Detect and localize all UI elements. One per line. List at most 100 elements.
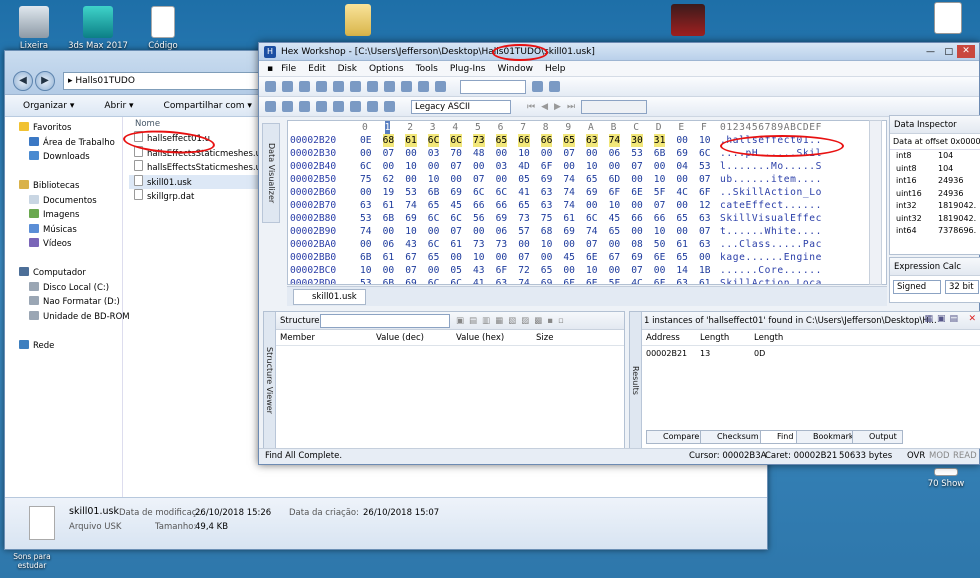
- hex-byte[interactable]: 66: [518, 134, 530, 147]
- save-icon[interactable]: [299, 81, 310, 92]
- col-value-dec[interactable]: Value (dec): [376, 330, 456, 345]
- character-set-select[interactable]: Legacy ASCII: [411, 99, 511, 114]
- hex-byte[interactable]: 53: [699, 160, 711, 173]
- hex-byte[interactable]: 00: [676, 134, 688, 147]
- hex-byte[interactable]: 65: [676, 251, 688, 264]
- gear-icon[interactable]: [367, 101, 378, 112]
- hex-byte[interactable]: 6F: [496, 264, 508, 277]
- desktop-icon-lineage[interactable]: [656, 4, 720, 39]
- open-button[interactable]: Abrir ▾: [86, 101, 145, 111]
- hex-byte[interactable]: 6B: [654, 147, 666, 160]
- hex-byte[interactable]: 6C: [428, 212, 440, 225]
- hex-byte[interactable]: 68: [541, 225, 553, 238]
- desktop-icon-document[interactable]: [916, 2, 980, 37]
- nav-disk-c[interactable]: Disco Local (C:): [5, 281, 122, 296]
- hex-byte[interactable]: 53: [405, 186, 417, 199]
- hex-byte[interactable]: 63: [541, 199, 553, 212]
- hex-byte[interactable]: 6B: [383, 212, 395, 225]
- hex-byte[interactable]: 12: [699, 199, 711, 212]
- hex-byte[interactable]: 6B: [383, 277, 395, 284]
- structure-icon[interactable]: [299, 101, 310, 112]
- hex-byte[interactable]: 6F: [609, 186, 621, 199]
- hex-byte[interactable]: 53: [631, 147, 643, 160]
- operation-icon[interactable]: [350, 101, 361, 112]
- hex-byte[interactable]: 00: [383, 264, 395, 277]
- bookmark-icon[interactable]: [549, 81, 560, 92]
- hex-byte[interactable]: 10: [586, 264, 598, 277]
- hex-byte[interactable]: 63: [586, 134, 598, 147]
- hex-byte[interactable]: 74: [608, 134, 621, 147]
- desktop-icon-recycle-bin[interactable]: Lixeira: [2, 6, 66, 51]
- hex-byte[interactable]: 30: [631, 134, 643, 147]
- goto-icon[interactable]: [435, 81, 446, 92]
- hex-byte[interactable]: 00: [654, 160, 666, 173]
- hex-byte[interactable]: 50: [654, 238, 666, 251]
- hex-byte[interactable]: 6C: [427, 134, 440, 147]
- hex-byte[interactable]: 45: [563, 251, 575, 264]
- hex-byte[interactable]: 48: [473, 147, 485, 160]
- results-close-icon[interactable]: ✕: [968, 314, 976, 324]
- hex-byte[interactable]: 00: [541, 251, 553, 264]
- hex-byte[interactable]: 00: [360, 238, 372, 251]
- hex-byte[interactable]: 00: [563, 264, 575, 277]
- nav-desktop[interactable]: Área de Trabalho: [5, 136, 122, 151]
- menu-options[interactable]: Options: [363, 64, 410, 74]
- new-file-icon[interactable]: [265, 81, 276, 92]
- hex-byte[interactable]: 03: [496, 160, 508, 173]
- hex-byte[interactable]: 19: [383, 186, 395, 199]
- hex-byte[interactable]: 07: [473, 173, 485, 186]
- hex-byte[interactable]: 5F: [609, 277, 621, 284]
- hex-byte[interactable]: 61: [563, 212, 575, 225]
- hex-byte[interactable]: 6C: [428, 277, 440, 284]
- col-value-hex[interactable]: Value (hex): [456, 330, 536, 345]
- hex-byte[interactable]: 07: [699, 225, 711, 238]
- hex-byte[interactable]: 73: [518, 212, 530, 225]
- hex-byte[interactable]: 4C: [676, 186, 688, 199]
- hex-byte[interactable]: 00: [541, 147, 553, 160]
- menu-plugins[interactable]: Plug-Ins: [444, 64, 492, 74]
- file-row[interactable]: skillgrp.dat: [129, 189, 269, 204]
- hex-byte[interactable]: 45: [609, 212, 621, 225]
- hex-byte[interactable]: 10: [360, 264, 372, 277]
- hex-byte[interactable]: 07: [654, 199, 666, 212]
- hex-byte[interactable]: 4C: [631, 277, 643, 284]
- hex-byte[interactable]: 07: [699, 173, 711, 186]
- hex-row[interactable]: 00002B50 75 62 00 10 00 07 00 05 69 74 65 6D 00 10 00 07…: [288, 173, 886, 186]
- col-member[interactable]: Member: [280, 330, 376, 345]
- inspector-row[interactable]: int64 7378696.: [890, 225, 980, 238]
- share-button[interactable]: Compartilhar com ▾: [146, 101, 264, 111]
- file-row-selected[interactable]: skill01.usk: [129, 174, 269, 189]
- tab-output[interactable]: Output: [852, 430, 903, 444]
- minimize-icon[interactable]: —: [926, 43, 935, 61]
- inspector-row[interactable]: uint32 1819042.: [890, 213, 980, 226]
- hex-byte[interactable]: 66: [654, 212, 666, 225]
- hex-byte[interactable]: 07: [450, 225, 462, 238]
- organize-button[interactable]: Organizar ▾: [5, 101, 86, 111]
- hex-byte[interactable]: 6E: [586, 251, 598, 264]
- hex-byte[interactable]: 63: [360, 199, 372, 212]
- nav-music[interactable]: Músicas: [5, 223, 122, 238]
- calculator-icon[interactable]: [384, 101, 395, 112]
- hex-byte[interactable]: 00: [609, 238, 621, 251]
- hex-byte[interactable]: 66: [540, 134, 553, 147]
- hex-byte[interactable]: 00: [360, 186, 372, 199]
- hex-byte[interactable]: 00: [631, 173, 643, 186]
- hex-byte[interactable]: 6C: [428, 238, 440, 251]
- hex-byte[interactable]: 6C: [496, 186, 508, 199]
- hex-byte[interactable]: 10: [654, 225, 666, 238]
- hex-byte[interactable]: 05: [518, 173, 530, 186]
- desktop-icon-70show[interactable]: 70 Show: [914, 468, 978, 489]
- hex-byte[interactable]: 63: [699, 238, 711, 251]
- hex-byte[interactable]: 06: [609, 147, 621, 160]
- inspector-row[interactable]: uint8 104: [890, 163, 980, 176]
- hex-byte[interactable]: 69: [563, 225, 575, 238]
- hex-byte[interactable]: 00: [405, 173, 417, 186]
- hex-row[interactable]: 00002B60 00 19 53 6B 69 6C 6C 41 63 74 69 6F 6E 5F 4C 6F…: [288, 186, 886, 199]
- hex-byte[interactable]: 6F: [699, 186, 711, 199]
- hex-byte[interactable]: 65: [428, 199, 440, 212]
- file-tab-skill01[interactable]: skill01.usk: [293, 289, 366, 305]
- hex-byte[interactable]: 65: [495, 134, 508, 147]
- hex-byte[interactable]: 68: [382, 134, 395, 147]
- hex-byte[interactable]: 53: [360, 212, 372, 225]
- hex-byte[interactable]: 00: [450, 173, 462, 186]
